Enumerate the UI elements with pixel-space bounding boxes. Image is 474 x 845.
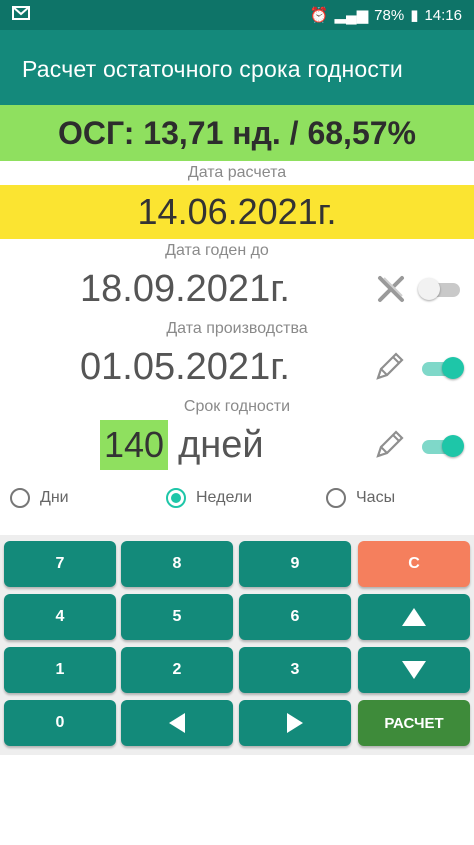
arrow-right-icon [287, 713, 303, 733]
radio-hours[interactable]: Часы [326, 488, 395, 508]
unit-radio-group: Дни Недели Часы [0, 488, 474, 520]
battery-icon: ▮ [410, 7, 419, 24]
osg-result: ОСГ: 13,71 нд. / 68,57% [0, 105, 474, 161]
key-6[interactable]: 6 [239, 594, 351, 640]
expiry-date-value[interactable]: 18.09.2021г. [0, 268, 370, 311]
shelf-life-label: Срок годности [183, 398, 291, 415]
email-icon [12, 6, 30, 24]
expiry-toggle[interactable] [418, 278, 464, 300]
arrow-down-icon [402, 661, 426, 679]
expiry-label: Дата годен до [165, 242, 269, 259]
key-8[interactable]: 8 [121, 541, 233, 587]
pencil-icon[interactable] [372, 428, 406, 462]
key-7[interactable]: 7 [4, 541, 116, 587]
key-5[interactable]: 5 [121, 594, 233, 640]
calc-date-label: Дата расчета [187, 164, 287, 181]
shelf-life-value[interactable]: 140 [100, 420, 169, 470]
battery-percent: 78% [374, 6, 405, 24]
pencil-icon[interactable] [372, 350, 406, 384]
clear-button[interactable]: C [358, 541, 470, 587]
radio-weeks-label: Недели [196, 489, 253, 506]
arrow-up-button[interactable] [358, 594, 470, 640]
arrow-left-icon [169, 713, 185, 733]
toggle-knob [418, 278, 440, 300]
radio-hours-label: Часы [356, 489, 396, 506]
toggle-knob [442, 435, 464, 457]
key-4[interactable]: 4 [4, 594, 116, 640]
arrow-up-icon [402, 608, 426, 626]
shelf-life-unit: дней [178, 423, 264, 466]
radio-circle [326, 488, 346, 508]
close-icon[interactable] [374, 272, 408, 306]
shelf-life-toggle[interactable] [418, 435, 464, 457]
production-date-value[interactable]: 01.05.2021г. [0, 346, 370, 389]
calculate-button[interactable]: РАСЧЕТ [358, 700, 470, 746]
production-toggle[interactable] [418, 357, 464, 379]
radio-days[interactable]: Дни [10, 488, 69, 508]
key-2[interactable]: 2 [121, 647, 233, 693]
clock: 14:16 [424, 6, 462, 24]
signal-icon: ▂▄▆ [334, 7, 369, 24]
arrow-right-button[interactable] [239, 700, 351, 746]
shelf-life-field[interactable]: 140 дней [100, 420, 264, 470]
radio-weeks[interactable]: Недели [166, 488, 252, 508]
radio-days-label: Дни [40, 489, 69, 506]
app-bar: Расчет остаточного срока годности [0, 30, 474, 105]
status-bar: ⏰ ▂▄▆ 78% ▮ 14:16 [0, 0, 474, 30]
toggle-knob [442, 357, 464, 379]
alarm-icon: ⏰ [309, 7, 329, 24]
key-9[interactable]: 9 [239, 541, 351, 587]
key-0[interactable]: 0 [4, 700, 116, 746]
key-1[interactable]: 1 [4, 647, 116, 693]
radio-circle [10, 488, 30, 508]
app-title: Расчет остаточного срока годности [22, 56, 403, 82]
arrow-left-button[interactable] [121, 700, 233, 746]
key-3[interactable]: 3 [239, 647, 351, 693]
arrow-down-button[interactable] [358, 647, 470, 693]
radio-circle [166, 488, 186, 508]
calc-date-value[interactable]: 14.06.2021г. [0, 185, 474, 239]
production-label: Дата производства [166, 320, 308, 337]
keypad: 7 8 9 C 4 5 6 1 2 3 0 РАСЧЕТ [0, 535, 474, 755]
